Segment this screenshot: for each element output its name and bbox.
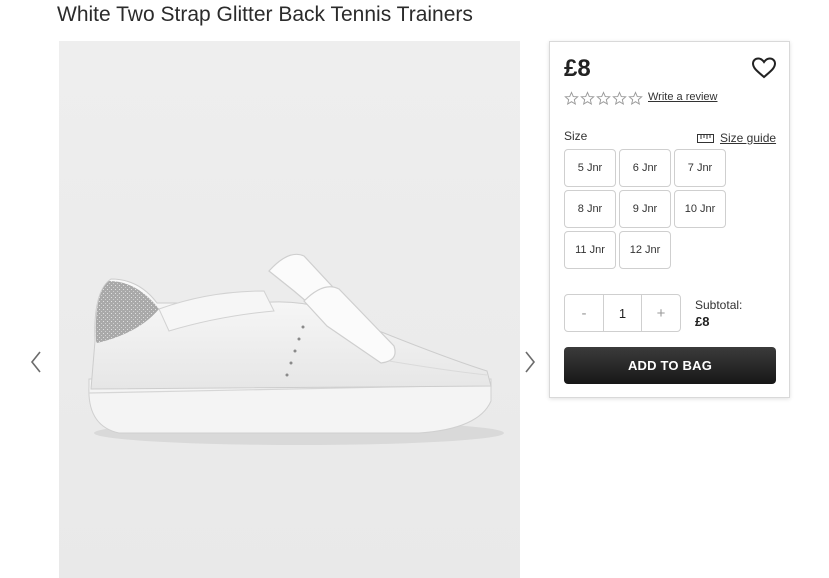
heart-icon[interactable] bbox=[751, 56, 777, 80]
quantity-input[interactable]: 1 bbox=[603, 295, 642, 331]
purchase-panel: £8 Write a review Size Size guide 5 Jnr … bbox=[549, 41, 790, 398]
star-icon bbox=[612, 91, 627, 106]
size-option[interactable]: 12 Jnr bbox=[619, 231, 671, 269]
size-option[interactable]: 10 Jnr bbox=[674, 190, 726, 228]
ruler-icon bbox=[697, 133, 714, 143]
size-options: 5 Jnr 6 Jnr 7 Jnr 8 Jnr 9 Jnr 10 Jnr 11 … bbox=[564, 149, 726, 269]
star-icon bbox=[628, 91, 643, 106]
chevron-left-icon[interactable] bbox=[28, 348, 44, 376]
quantity-decrement-button[interactable]: - bbox=[565, 295, 603, 331]
size-guide-link[interactable]: Size guide bbox=[697, 131, 776, 145]
size-option[interactable]: 6 Jnr bbox=[619, 149, 671, 187]
write-review-link[interactable]: Write a review bbox=[648, 91, 717, 103]
subtotal-label: Subtotal: bbox=[695, 298, 743, 312]
subtotal-value: £8 bbox=[695, 314, 710, 329]
price: £8 bbox=[564, 55, 591, 82]
size-option[interactable]: 8 Jnr bbox=[564, 190, 616, 228]
size-option[interactable]: 9 Jnr bbox=[619, 190, 671, 228]
size-guide-label: Size guide bbox=[720, 131, 777, 145]
size-option[interactable]: 7 Jnr bbox=[674, 149, 726, 187]
rating-stars bbox=[564, 91, 643, 106]
star-icon bbox=[596, 91, 611, 106]
chevron-right-icon[interactable] bbox=[522, 348, 538, 376]
star-icon bbox=[580, 91, 595, 106]
product-image bbox=[59, 41, 520, 578]
quantity-increment-button[interactable]: + bbox=[642, 295, 680, 331]
size-option[interactable]: 11 Jnr bbox=[564, 231, 616, 269]
product-title: White Two Strap Glitter Back Tennis Trai… bbox=[57, 3, 473, 26]
add-to-bag-button[interactable]: ADD TO BAG bbox=[564, 347, 776, 384]
size-label: Size bbox=[564, 129, 588, 143]
quantity-stepper: - 1 + bbox=[564, 294, 681, 332]
star-icon bbox=[564, 91, 579, 106]
size-option[interactable]: 5 Jnr bbox=[564, 149, 616, 187]
